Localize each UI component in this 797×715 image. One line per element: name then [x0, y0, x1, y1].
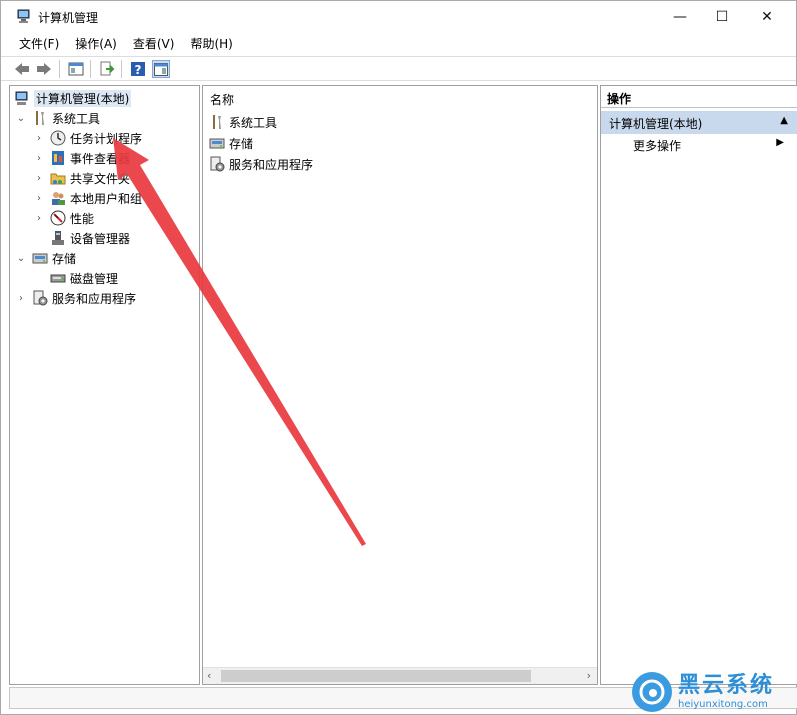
tree-item-label: 磁盘管理 [70, 271, 119, 286]
list-item-services-applications[interactable]: 服务和应用程序 [209, 154, 313, 174]
back-arrow-icon[interactable] [13, 60, 31, 78]
tree-item-label: 存储 [52, 251, 77, 266]
watermark-url: heiyunxitong.com [678, 698, 768, 710]
tree-root-label: 计算机管理(本地) [34, 89, 132, 107]
tree-item-storage[interactable]: ⌄ 存储 [16, 248, 76, 268]
computer-management-icon [14, 90, 30, 106]
storage-icon [209, 135, 225, 151]
tree-root-computer-management[interactable]: 计算机管理(本地) [14, 88, 132, 108]
more-actions-item[interactable]: 更多操作 [633, 137, 681, 154]
shared-folder-icon [50, 170, 66, 186]
export-list-icon[interactable] [98, 60, 116, 78]
tree-item-device-manager[interactable]: 设备管理器 [50, 228, 130, 248]
tree-item-label: 共享文件夹 [70, 171, 131, 186]
maximize-button[interactable]: ☐ [699, 1, 745, 32]
tree-item-label: 本地用户和组 [70, 191, 143, 206]
chevron-down-icon[interactable]: ⌄ [16, 113, 26, 124]
list-item-label: 服务和应用程序 [229, 157, 314, 172]
menu-view[interactable]: 查看(V) [125, 32, 183, 54]
watermark-text: 黑云系统 heiyunxitong.com [678, 673, 774, 711]
services-icon [209, 156, 225, 172]
tree-item-task-scheduler[interactable]: › 任务计划程序 [34, 128, 142, 148]
list-item-system-tools[interactable]: 系统工具 [209, 112, 277, 132]
list-item-label: 存储 [229, 136, 254, 151]
close-button[interactable]: ✕ [744, 1, 790, 32]
horizontal-scrollbar[interactable]: ‹ › [203, 667, 597, 684]
scrollbar-thumb[interactable] [221, 670, 531, 682]
forward-arrow-icon[interactable] [35, 60, 53, 78]
actions-section-label: 计算机管理(本地) [609, 117, 703, 131]
toolbar: ? [1, 56, 796, 81]
chevron-right-icon[interactable]: › [34, 133, 44, 144]
computer-management-icon [16, 8, 32, 24]
menu-bar: 文件(F) 操作(A) 查看(V) 帮助(H) [1, 32, 796, 54]
show-hide-console-tree-icon[interactable] [67, 60, 85, 78]
chevron-right-icon[interactable]: › [16, 293, 26, 304]
watermark-cloud-icon [632, 671, 672, 712]
tree-item-disk-management[interactable]: 磁盘管理 [50, 268, 118, 288]
tree-item-label: 设备管理器 [70, 231, 131, 246]
menu-file[interactable]: 文件(F) [11, 32, 67, 54]
show-hide-action-pane-icon[interactable] [152, 60, 170, 78]
actions-section-computer-management[interactable]: 计算机管理(本地) ▲ [601, 111, 797, 134]
services-icon [32, 290, 48, 306]
computer-management-window: 计算机管理 — ☐ ✕ 文件(F) 操作(A) 查看(V) 帮助(H) ? 计算… [0, 0, 797, 715]
column-header-name[interactable]: 名称 [210, 91, 234, 108]
watermark-title: 黑云系统 [678, 672, 775, 698]
menu-action[interactable]: 操作(A) [67, 32, 125, 54]
tree-item-label: 性能 [70, 211, 95, 226]
list-item-storage[interactable]: 存储 [209, 133, 253, 153]
scroll-right-icon[interactable]: › [587, 669, 591, 682]
tree-item-performance[interactable]: › 性能 [34, 208, 94, 228]
clock-icon [50, 130, 66, 146]
chevron-right-icon[interactable]: › [34, 213, 44, 224]
submenu-arrow-icon[interactable]: ▶ [776, 137, 784, 148]
svg-text:?: ? [135, 63, 142, 77]
collapse-up-icon[interactable]: ▲ [780, 115, 788, 126]
device-manager-icon [50, 230, 66, 246]
chevron-right-icon[interactable]: › [34, 193, 44, 204]
disk-icon [50, 270, 66, 286]
results-list-pane: 名称 系统工具 存储 服务和应用程序 ‹ › [202, 85, 598, 685]
tree-item-label: 系统工具 [52, 111, 101, 126]
scroll-left-icon[interactable]: ‹ [207, 669, 211, 682]
performance-icon [50, 210, 66, 226]
tree-item-shared-folders[interactable]: › 共享文件夹 [34, 168, 130, 188]
tree-item-local-users-groups[interactable]: › 本地用户和组 [34, 188, 142, 208]
chevron-down-icon[interactable]: ⌄ [16, 253, 26, 264]
toolbar-separator [121, 60, 122, 78]
title-bar: 计算机管理 — ☐ ✕ [1, 1, 796, 32]
tree-item-event-viewer[interactable]: › 事件查看器 [34, 148, 130, 168]
actions-pane: 操作 计算机管理(本地) ▲ 更多操作 ▶ [600, 85, 797, 685]
minimize-button[interactable]: — [657, 1, 703, 32]
tree-item-label: 任务计划程序 [70, 131, 143, 146]
event-viewer-icon [50, 150, 66, 166]
tools-icon [32, 110, 48, 126]
list-item-label: 系统工具 [229, 115, 278, 130]
window-title: 计算机管理 [38, 11, 99, 25]
actions-header: 操作 [601, 86, 797, 108]
tree-item-label: 事件查看器 [70, 151, 131, 166]
storage-icon [32, 250, 48, 266]
menu-help[interactable]: 帮助(H) [182, 32, 240, 54]
toolbar-separator [90, 60, 91, 78]
chevron-right-icon[interactable]: › [34, 153, 44, 164]
tree-item-label: 服务和应用程序 [52, 291, 137, 306]
tools-icon [209, 114, 225, 130]
watermark-logo: 黑云系统 heiyunxitong.com [632, 668, 797, 715]
tree-item-system-tools[interactable]: ⌄ 系统工具 [16, 108, 100, 128]
users-icon [50, 190, 66, 206]
toolbar-separator [59, 60, 60, 78]
help-icon[interactable]: ? [129, 60, 147, 78]
tree-item-services-applications[interactable]: › 服务和应用程序 [16, 288, 136, 308]
console-tree-pane: 计算机管理(本地) ⌄ 系统工具 › 任务计划程序 › 事件查看器 › 共享文件… [9, 85, 200, 685]
chevron-right-icon[interactable]: › [34, 173, 44, 184]
